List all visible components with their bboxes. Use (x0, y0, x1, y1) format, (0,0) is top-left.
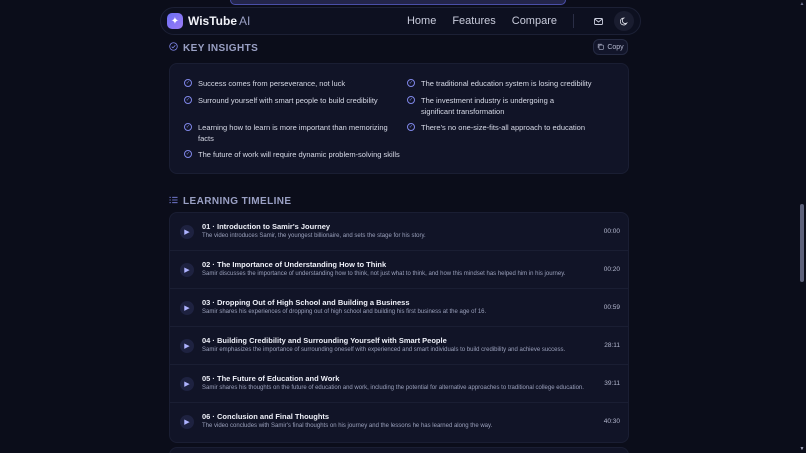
nav-divider (573, 14, 574, 28)
insight-item: ✓ Learning how to learn is more importan… (184, 122, 394, 144)
nav-links: Home Features Compare (407, 11, 634, 31)
chapter-description: Samir discusses the importance of unders… (202, 271, 566, 277)
chapter-description: Samir emphasizes the importance of surro… (202, 347, 566, 353)
key-insights-card: ✓ Success comes from perseverance, not l… (169, 63, 629, 174)
check-icon: ✓ (407, 96, 415, 104)
timeline-row[interactable]: ▶ 05 · The Future of Education and Work … (170, 365, 628, 403)
insight-item: ✓ There's no one-size-fits-all approach … (407, 122, 617, 133)
insight-item: ✓ Success comes from perseverance, not l… (184, 78, 394, 89)
top-search-bar-edge (230, 0, 566, 5)
play-icon[interactable]: ▶ (180, 263, 194, 277)
play-icon[interactable]: ▶ (180, 301, 194, 315)
chapter-timestamp[interactable]: 00:59 (604, 304, 620, 311)
timeline-row[interactable]: ▶ 06 · Conclusion and Final Thoughts The… (170, 403, 628, 441)
learning-timeline-heading: LEARNING TIMELINE (169, 196, 291, 207)
check-icon: ✓ (184, 96, 192, 104)
play-icon[interactable]: ▶ (180, 225, 194, 239)
moon-icon[interactable] (614, 11, 634, 31)
insight-text: Surround yourself with smart people to b… (198, 96, 378, 105)
insight-item: ✓ The future of work will require dynami… (184, 149, 404, 160)
nav-link-compare[interactable]: Compare (512, 15, 557, 27)
logo-icon[interactable]: ✦ (167, 13, 183, 29)
copy-icon (597, 43, 605, 52)
play-icon[interactable]: ▶ (180, 377, 194, 391)
chapter-title: 04 · Building Credibility and Surroundin… (202, 336, 447, 345)
timeline-row[interactable]: ▶ 02 · The Importance of Understanding H… (170, 251, 628, 289)
insight-text: Learning how to learn is more important … (198, 123, 388, 143)
brand-name[interactable]: WisTube AI (188, 14, 250, 28)
chapter-title: 06 · Conclusion and Final Thoughts (202, 412, 330, 421)
insight-item: ✓ The investment industry is undergoing … (407, 95, 582, 117)
insight-text: The investment industry is undergoing a … (421, 96, 554, 116)
insight-item: ✓ The traditional education system is lo… (407, 78, 617, 89)
chapter-description: The video introduces Samir, the youngest… (202, 233, 426, 239)
chapter-title: 03 · Dropping Out of High School and Bui… (202, 298, 410, 307)
key-insights-title: KEY INSIGHTS (183, 42, 259, 54)
chapter-timestamp[interactable]: 00:20 (604, 266, 620, 273)
scrollbar[interactable]: ▲ ▼ (798, 0, 806, 453)
timeline-row[interactable]: ▶ 03 · Dropping Out of High School and B… (170, 289, 628, 327)
navbar: ✦ WisTube AI Home Features Compare (160, 7, 641, 35)
mail-icon[interactable] (590, 13, 606, 29)
chapter-description: The video concludes with Samir's final t… (202, 423, 493, 429)
nav-link-features[interactable]: Features (452, 15, 495, 27)
insight-item: ✓ Surround yourself with smart people to… (184, 95, 394, 106)
copy-button[interactable]: Copy (593, 39, 628, 55)
key-insights-heading: KEY INSIGHTS (169, 42, 258, 54)
play-icon[interactable]: ▶ (180, 415, 194, 429)
list-icon (169, 196, 178, 207)
brand-suffix: AI (239, 14, 251, 28)
insight-text: Success comes from perseverance, not luc… (198, 79, 346, 88)
chapter-description: Samir shares his thoughts on the future … (202, 385, 584, 391)
timeline-row[interactable]: ▶ 04 · Building Credibility and Surround… (170, 327, 628, 365)
check-icon: ✓ (407, 79, 415, 87)
check-icon: ✓ (184, 150, 192, 158)
learning-timeline-card: ▶ 01 · Introduction to Samir's Journey T… (169, 212, 629, 443)
chapter-title: 02 · The Importance of Understanding How… (202, 260, 387, 269)
check-icon: ✓ (407, 123, 415, 131)
chapter-timestamp[interactable]: 00:00 (604, 228, 620, 235)
check-icon: ✓ (184, 79, 192, 87)
check-icon: ✓ (184, 123, 192, 131)
scroll-up-arrow-icon[interactable]: ▲ (799, 1, 805, 7)
nav-link-home[interactable]: Home (407, 15, 436, 27)
copy-label: Copy (607, 43, 624, 51)
scrollbar-thumb[interactable] (800, 204, 804, 282)
check-circle-icon (169, 42, 178, 54)
insight-text: The future of work will require dynamic … (198, 150, 400, 159)
play-icon[interactable]: ▶ (180, 339, 194, 353)
chapter-description: Samir shares his experiences of dropping… (202, 309, 487, 315)
timeline-row[interactable]: ▶ 01 · Introduction to Samir's Journey T… (170, 213, 628, 251)
chapter-timestamp[interactable]: 40:30 (604, 418, 620, 425)
insight-text: The traditional education system is losi… (421, 79, 592, 88)
chapter-title: 05 · The Future of Education and Work (202, 374, 340, 383)
insight-text: There's no one-size-fits-all approach to… (421, 123, 586, 132)
learning-timeline-title: LEARNING TIMELINE (183, 196, 292, 207)
next-section-card (169, 447, 629, 453)
chapter-timestamp[interactable]: 28:11 (604, 342, 620, 349)
scroll-down-arrow-icon[interactable]: ▼ (799, 446, 805, 452)
chapter-title: 01 · Introduction to Samir's Journey (202, 222, 331, 231)
chapter-timestamp[interactable]: 39:11 (604, 380, 620, 387)
